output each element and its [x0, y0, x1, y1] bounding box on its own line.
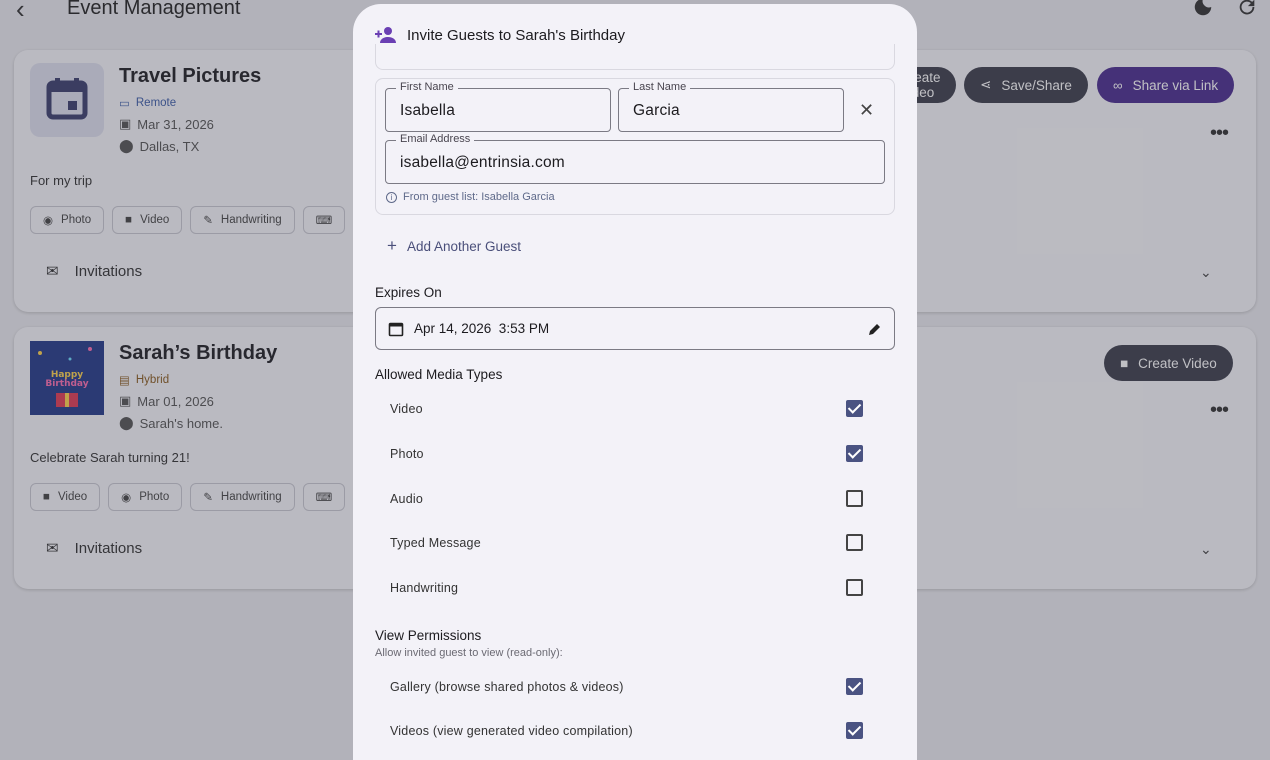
- invite-guests-dialog: Invite Guests to Sarah's Birthday First …: [353, 4, 917, 760]
- permission-videos-checkbox[interactable]: [846, 722, 863, 739]
- allowed-media-label: Allowed Media Types: [375, 367, 503, 382]
- media-option-video-label: Video: [390, 402, 423, 416]
- media-option-handwriting-label: Handwriting: [390, 581, 459, 595]
- info-icon: i: [386, 191, 397, 203]
- last-name-field[interactable]: Last Name Garcia: [618, 81, 844, 132]
- email-field[interactable]: Email Address isabella@entrinsia.com: [385, 133, 885, 184]
- media-option-photo-label: Photo: [390, 447, 424, 461]
- edit-pencil-icon[interactable]: [868, 322, 882, 336]
- permission-gallery-label: Gallery (browse shared photos & videos): [390, 680, 624, 694]
- media-photo-checkbox[interactable]: [846, 445, 863, 462]
- add-another-guest-button[interactable]: + Add Another Guest: [387, 236, 521, 256]
- expires-date-field[interactable]: Apr 14, 2026 3:53 PM: [375, 307, 895, 350]
- calendar-icon: [388, 322, 404, 336]
- guest-list-hint: i From guest list: Isabella Garcia: [386, 191, 555, 203]
- permission-gallery-checkbox[interactable]: [846, 678, 863, 695]
- media-typed-checkbox[interactable]: [846, 534, 863, 551]
- add-person-icon: [375, 27, 396, 43]
- plus-icon: +: [387, 236, 397, 255]
- media-audio-checkbox[interactable]: [846, 490, 863, 507]
- view-permissions-sub: Allow invited guest to view (read-only):: [375, 647, 563, 659]
- media-video-checkbox[interactable]: [846, 400, 863, 417]
- view-permissions-label: View Permissions: [375, 628, 482, 643]
- dialog-title: Invite Guests to Sarah's Birthday: [375, 26, 625, 44]
- remove-guest-close-icon[interactable]: ✕: [859, 100, 874, 121]
- first-name-field[interactable]: First Name Isabella: [385, 81, 611, 132]
- permission-videos-label: Videos (view generated video compilation…: [390, 724, 633, 738]
- expires-on-label: Expires On: [375, 285, 442, 300]
- media-handwriting-checkbox[interactable]: [846, 579, 863, 596]
- previous-guest-card: [375, 44, 895, 70]
- media-option-typed-label: Typed Message: [390, 536, 481, 550]
- media-option-audio-label: Audio: [390, 492, 423, 506]
